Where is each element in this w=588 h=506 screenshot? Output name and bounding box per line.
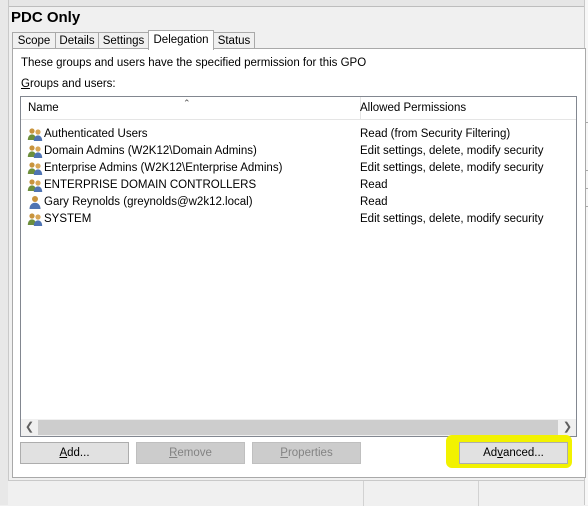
properties-button-text: roperties [287,447,333,459]
row-permission: Read [360,196,388,208]
row-name: SYSTEM [44,213,92,225]
window-left-border [0,0,9,505]
column-header-permissions[interactable]: Allowed Permissions [354,97,576,120]
row-name: Authenticated Users [44,128,148,140]
status-bar-separator [363,481,364,506]
list-item[interactable]: SYSTEM Edit settings, delete, modify sec… [21,211,576,228]
scrollbar-thumb[interactable] [38,420,558,435]
row-permission: Edit settings, delete, modify security [360,145,544,157]
remove-button-text: emove [177,447,212,459]
scroll-right-icon[interactable]: ❯ [559,419,576,436]
row-permission: Edit settings, delete, modify security [360,162,544,174]
groups-label-text: roups and users: [29,78,116,90]
user-icon [29,196,41,209]
row-name: Gary Reynolds (greynolds@w2k12.local) [44,196,253,208]
row-name: Domain Admins (W2K12\Domain Admins) [44,145,257,157]
remove-button[interactable]: Remove [136,442,245,464]
list-item[interactable]: Authenticated Users Read (from Security … [21,126,576,143]
tab-status[interactable]: Status [213,32,255,49]
group-icon [27,162,43,175]
column-header-name[interactable]: Name ⌃ [21,97,361,120]
scroll-left-icon[interactable]: ❮ [21,419,38,436]
gpo-title: PDC Only [11,9,81,26]
delegation-panel: These groups and users have the specifie… [12,48,586,478]
advanced-button-text: anced... [502,447,544,459]
group-icon [27,213,43,226]
advanced-button[interactable]: Advanced... [459,442,568,464]
add-button-accelerator: A [59,447,68,459]
row-name: Enterprise Admins (W2K12\Enterprise Admi… [44,162,283,174]
status-bar [8,480,584,506]
properties-button-accelerator: P [280,447,288,459]
groups-and-users-label: Groups and users: [21,78,116,90]
column-header-name-label: Name [28,102,59,114]
list-item[interactable]: ENTERPRISE DOMAIN CONTROLLERS Read [21,177,576,194]
window-top-border [0,0,588,7]
groups-label-accelerator: G [21,78,30,90]
delegation-info-text: These groups and users have the specifie… [21,57,367,69]
tab-details[interactable]: Details [55,32,99,49]
row-permission: Read (from Security Filtering) [360,128,511,140]
properties-button[interactable]: Properties [252,442,361,464]
permissions-list[interactable]: Name ⌃ Allowed Permissions Authenticated… [20,96,577,437]
tab-delegation[interactable]: Delegation [148,30,214,50]
group-icon [27,179,43,192]
row-name: ENTERPRISE DOMAIN CONTROLLERS [44,179,257,191]
add-button[interactable]: Add... [20,442,129,464]
horizontal-scrollbar[interactable]: ❮ ❯ [21,419,576,436]
status-bar-separator [478,481,479,506]
advanced-button-text-pre: Ad [483,447,498,459]
list-item[interactable]: Domain Admins (W2K12\Domain Admins) Edit… [21,143,576,160]
tab-settings[interactable]: Settings [98,32,149,49]
group-icon [27,128,43,141]
group-icon [27,145,43,158]
list-item[interactable]: Enterprise Admins (W2K12\Enterprise Admi… [21,160,576,177]
row-permission: Edit settings, delete, modify security [360,213,544,225]
list-item[interactable]: Gary Reynolds (greynolds@w2k12.local) Re… [21,194,576,211]
add-button-text: dd... [67,447,90,459]
sort-ascending-icon: ⌃ [183,98,191,108]
row-permission: Read [360,179,388,191]
tab-scope[interactable]: Scope [12,32,56,49]
